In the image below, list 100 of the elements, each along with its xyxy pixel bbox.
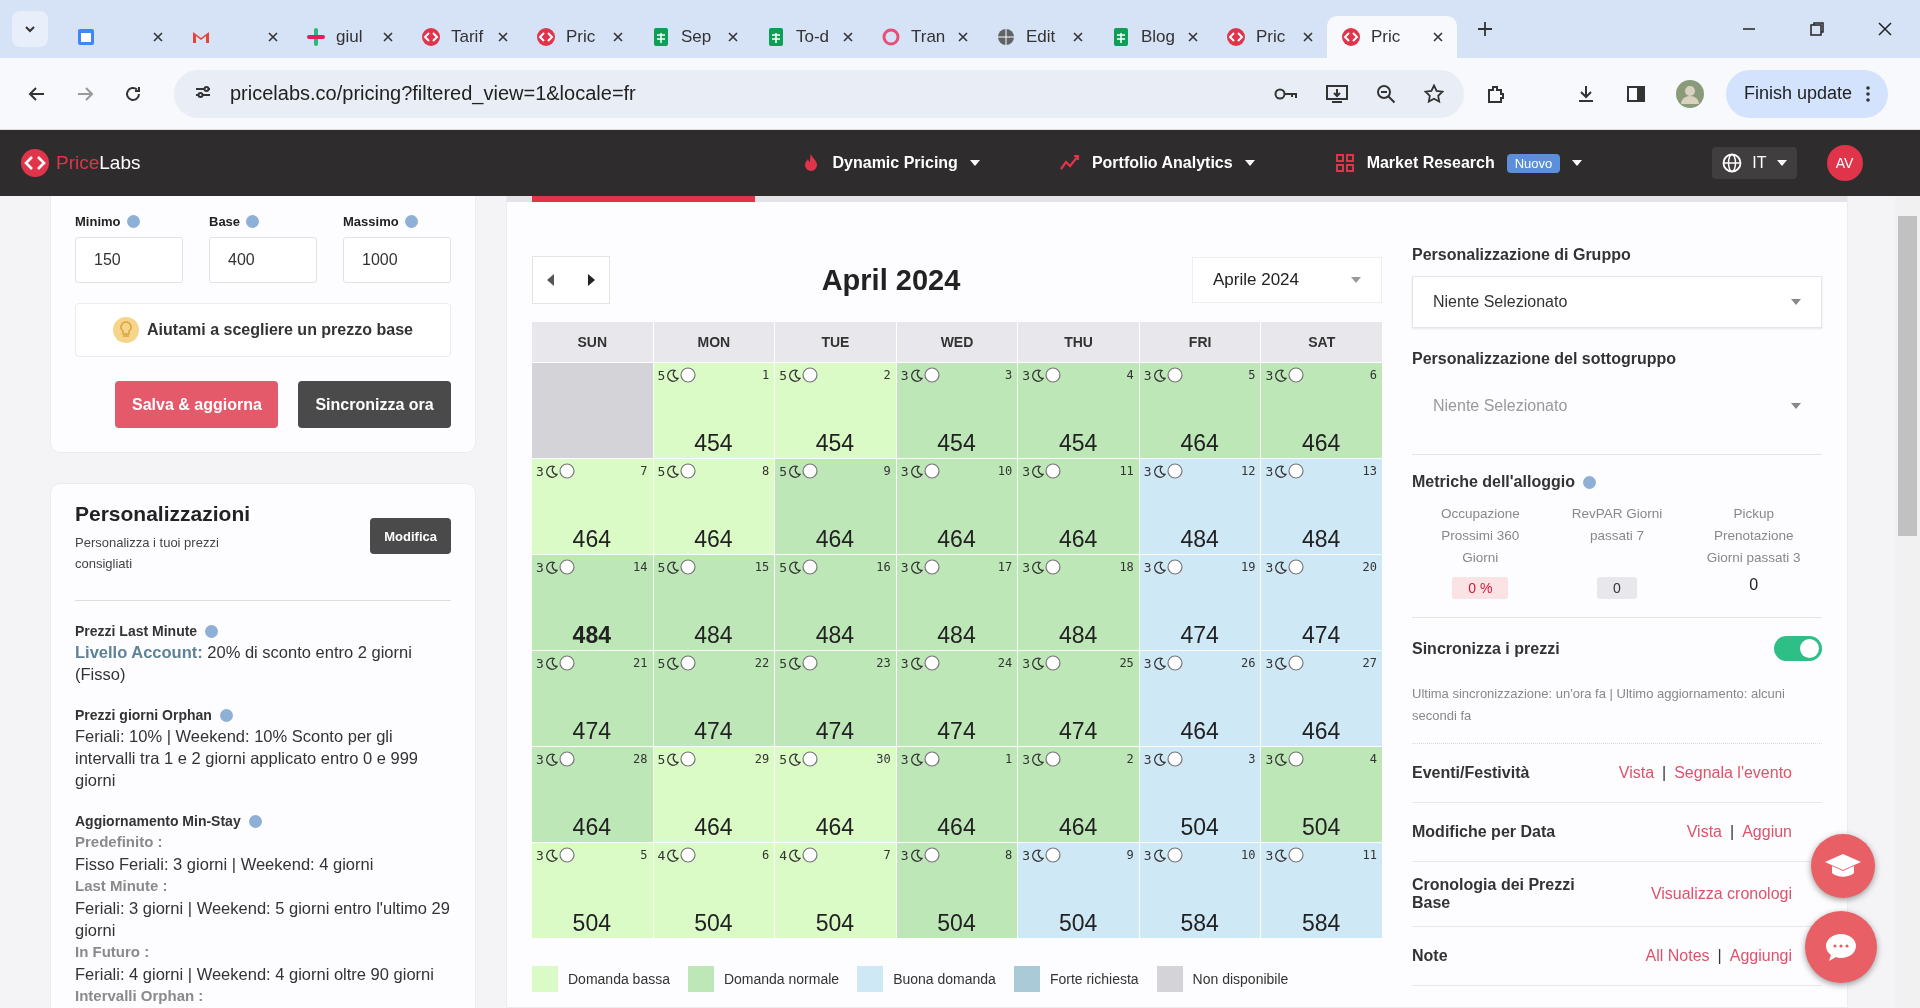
- calendar-day-cell[interactable]: 4 7 504: [775, 843, 896, 938]
- group-select[interactable]: Niente Selezionato: [1412, 276, 1822, 328]
- close-icon[interactable]: [1188, 32, 1198, 42]
- close-icon[interactable]: [1073, 32, 1083, 42]
- calendar-day-cell[interactable]: 3 10 464: [896, 459, 1018, 554]
- finish-update-button[interactable]: Finish update: [1726, 69, 1889, 118]
- tutorial-button[interactable]: [1811, 834, 1875, 898]
- close-icon[interactable]: [958, 32, 968, 42]
- browser-tab[interactable]: Edit: [982, 16, 1097, 58]
- calendar-day-cell[interactable]: 3 4 454: [1018, 363, 1139, 458]
- close-icon[interactable]: [843, 32, 853, 42]
- calendar-day-cell[interactable]: 5 15 484: [653, 555, 775, 650]
- scrollbar-thumb[interactable]: [1898, 216, 1917, 536]
- chat-button[interactable]: [1805, 911, 1877, 983]
- action-link[interactable]: Vista: [1686, 823, 1722, 841]
- calendar-day-cell[interactable]: 3 11 584: [1261, 843, 1382, 938]
- calendar-day-cell[interactable]: 4 6 504: [653, 843, 775, 938]
- action-link[interactable]: Aggiun: [1742, 823, 1792, 841]
- address-field[interactable]: pricelabs.co/pricing?filtered_view=1&locale=fr: [174, 69, 1464, 118]
- calendar-day-cell[interactable]: 3 7 464: [532, 459, 653, 554]
- next-month-icon[interactable]: [587, 274, 595, 286]
- close-icon[interactable]: [728, 32, 738, 42]
- browser-tab[interactable]: Pric: [1327, 16, 1457, 58]
- calendar-day-cell[interactable]: 5 23 474: [775, 651, 896, 746]
- more-icon[interactable]: [1866, 85, 1871, 102]
- calendar-day-cell[interactable]: [532, 363, 653, 458]
- calendar-day-cell[interactable]: 5 29 464: [653, 747, 775, 842]
- sync-toggle[interactable]: [1774, 636, 1822, 661]
- calendar-day-cell[interactable]: 3 4 504: [1261, 747, 1382, 842]
- browser-tab[interactable]: Tran: [867, 16, 982, 58]
- calendar-day-cell[interactable]: 3 11 464: [1018, 459, 1139, 554]
- logo-icon[interactable]: [20, 148, 50, 178]
- price-input[interactable]: 1000: [343, 237, 451, 283]
- calendar-day-cell[interactable]: 3 3 454: [896, 363, 1018, 458]
- price-input[interactable]: 400: [209, 237, 317, 283]
- close-icon[interactable]: [153, 32, 163, 42]
- calendar-day-cell[interactable]: 3 5 504: [532, 843, 653, 938]
- calendar-day-cell[interactable]: 3 9 504: [1018, 843, 1139, 938]
- calendar-day-cell[interactable]: 3 19 474: [1139, 555, 1261, 650]
- caret-icon[interactable]: [1244, 160, 1255, 166]
- calendar-day-cell[interactable]: 3 25 474: [1018, 651, 1139, 746]
- nav-menu-link[interactable]: Dynamic Pricing: [832, 154, 958, 172]
- browser-tab[interactable]: Pric: [1212, 16, 1327, 58]
- browser-tab[interactable]: giul: [292, 16, 407, 58]
- calendar-day-cell[interactable]: 3 5 464: [1139, 363, 1261, 458]
- price-input[interactable]: 150: [75, 237, 183, 283]
- close-icon[interactable]: [383, 32, 393, 42]
- month-select[interactable]: Aprile 2024: [1192, 257, 1382, 303]
- browser-tab[interactable]: Tarif: [407, 16, 522, 58]
- calendar-day-cell[interactable]: 3 27 464: [1261, 651, 1382, 746]
- edit-button[interactable]: Modifica: [370, 518, 451, 554]
- calendar-day-cell[interactable]: 5 22 474: [653, 651, 775, 746]
- calendar-day-cell[interactable]: 3 26 464: [1139, 651, 1261, 746]
- calendar-day-cell[interactable]: 3 8 504: [896, 843, 1018, 938]
- browser-tab[interactable]: Pric: [522, 16, 637, 58]
- action-link[interactable]: Visualizza cronologi: [1650, 885, 1792, 903]
- action-link[interactable]: Aggiungi: [1729, 947, 1792, 965]
- calendar-day-cell[interactable]: 3 6 464: [1261, 363, 1382, 458]
- action-link[interactable]: Segnala l'evento: [1674, 764, 1792, 782]
- close-icon[interactable]: [1303, 32, 1313, 42]
- nav-menu-link[interactable]: Portfolio Analytics: [1091, 154, 1233, 172]
- calendar-day-cell[interactable]: 5 1 454: [653, 363, 775, 458]
- calendar-day-cell[interactable]: 3 17 484: [896, 555, 1018, 650]
- calendar-day-cell[interactable]: 3 18 484: [1018, 555, 1139, 650]
- calendar-day-cell[interactable]: 3 2 464: [1018, 747, 1139, 842]
- close-icon[interactable]: [613, 32, 623, 42]
- language-selector[interactable]: IT: [1712, 147, 1797, 179]
- calendar-day-cell[interactable]: 3 3 504: [1139, 747, 1261, 842]
- caret-icon[interactable]: [969, 160, 980, 166]
- caret-icon[interactable]: [1572, 160, 1583, 166]
- close-icon[interactable]: [498, 32, 508, 42]
- zoom-icon[interactable]: [1376, 83, 1396, 104]
- calendar-day-cell[interactable]: 3 13 484: [1261, 459, 1382, 554]
- previous-month-icon[interactable]: [547, 274, 555, 286]
- calendar-day-cell[interactable]: 3 21 474: [532, 651, 653, 746]
- browser-tab[interactable]: To-d: [752, 16, 867, 58]
- restore-icon[interactable]: [1810, 22, 1824, 36]
- nav-menu-link[interactable]: Market Research: [1366, 154, 1495, 172]
- action-link[interactable]: Vista: [1618, 764, 1655, 782]
- calendar-day-cell[interactable]: 3 10 584: [1139, 843, 1261, 938]
- new-tab-icon[interactable]: [1477, 21, 1493, 37]
- browser-tab[interactable]: Sep: [637, 16, 752, 58]
- browser-tab[interactable]: Blog: [1097, 16, 1212, 58]
- calendar-day-cell[interactable]: 3 28 464: [532, 747, 653, 842]
- user-avatar[interactable]: AV: [1826, 145, 1863, 181]
- save-button[interactable]: Salva & aggiorna: [115, 381, 278, 428]
- calendar-day-cell[interactable]: 3 12 484: [1139, 459, 1261, 554]
- calendar-day-cell[interactable]: 5 9 464: [775, 459, 896, 554]
- bookmark-icon[interactable]: [1424, 83, 1444, 104]
- action-link[interactable]: All Notes: [1645, 947, 1710, 965]
- calendar-day-cell[interactable]: 5 2 454: [775, 363, 896, 458]
- close-icon[interactable]: [1433, 32, 1443, 42]
- calendar-day-cell[interactable]: 3 1 464: [896, 747, 1018, 842]
- sync-button[interactable]: Sincronizza ora: [298, 381, 451, 428]
- logo-text[interactable]: PriceLabs: [56, 152, 141, 174]
- help-button[interactable]: Aiutami a scegliere un prezzo base: [75, 303, 451, 357]
- install-icon[interactable]: [1326, 83, 1348, 104]
- calendar-day-cell[interactable]: 5 8 464: [653, 459, 775, 554]
- calendar-day-cell[interactable]: 5 30 464: [775, 747, 896, 842]
- calendar-day-cell[interactable]: 3 14 484: [532, 555, 653, 650]
